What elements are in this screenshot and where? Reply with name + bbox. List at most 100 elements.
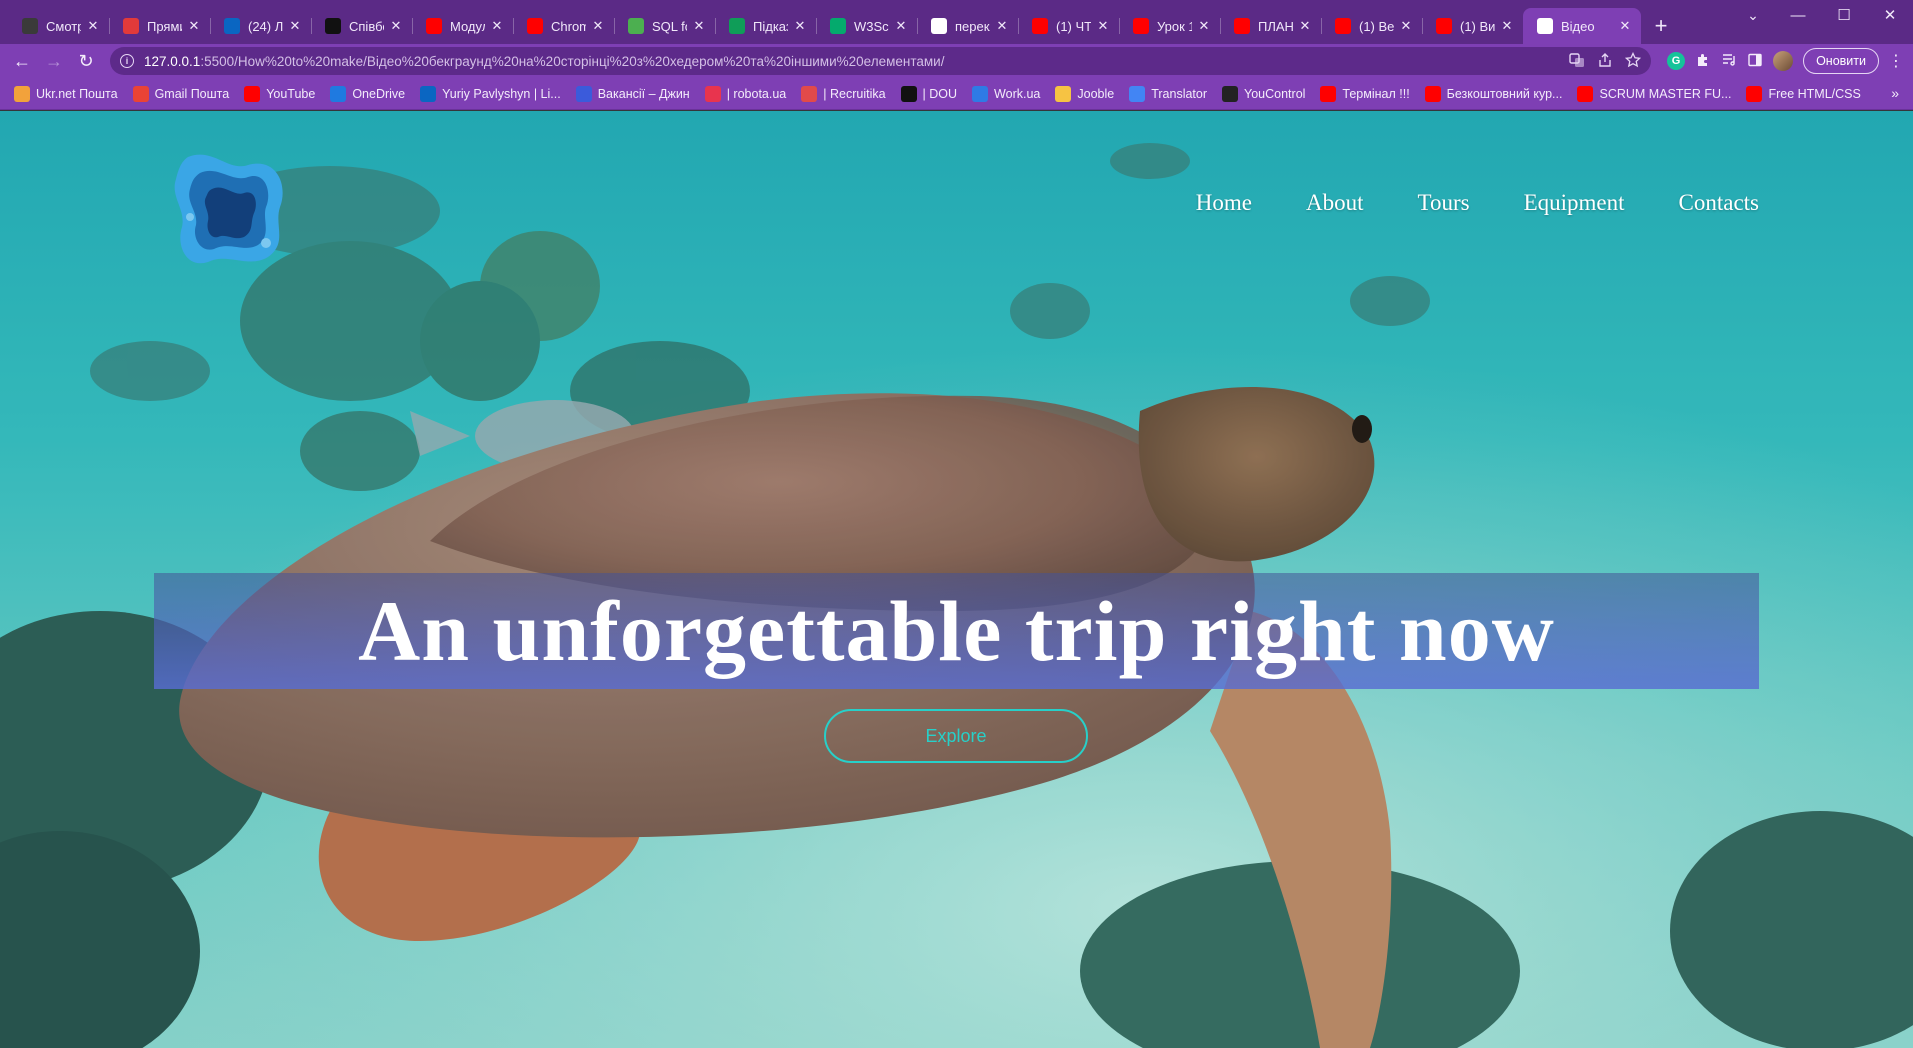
close-tab-icon[interactable]: ✕ — [691, 18, 707, 34]
new-tab-button[interactable]: + — [1645, 8, 1677, 44]
extensions-puzzle-icon[interactable] — [1695, 52, 1711, 71]
tab-search-icon[interactable]: ⌄ — [1738, 4, 1768, 26]
profile-avatar[interactable] — [1773, 51, 1794, 71]
share-icon[interactable] — [1597, 52, 1613, 71]
bookmark-item[interactable]: | DOU — [900, 85, 957, 102]
nav-equipment[interactable]: Equipment — [1524, 190, 1625, 216]
bookmark-item[interactable]: SCRUM MASTER FU... — [1577, 85, 1731, 102]
tab-title: W3Sch — [854, 18, 889, 34]
linkedin-icon — [420, 85, 437, 102]
jooble-icon — [1055, 85, 1072, 102]
bookmark-item[interactable]: Термінал !!! — [1320, 85, 1410, 102]
browser-tab[interactable]: Співбе✕ — [311, 8, 412, 44]
close-tab-icon[interactable]: ✕ — [85, 18, 101, 34]
browser-tab[interactable]: (1) Вер✕ — [1321, 8, 1422, 44]
site-info-icon[interactable]: i — [120, 54, 134, 68]
side-panel-icon[interactable] — [1747, 52, 1763, 71]
bookmark-item[interactable]: Jooble — [1055, 85, 1114, 102]
media-controls-icon[interactable] — [1721, 52, 1737, 71]
minimize-button[interactable]: — — [1775, 0, 1821, 30]
translate-icon[interactable] — [1569, 52, 1585, 71]
close-tab-icon[interactable]: ✕ — [287, 18, 303, 34]
bookmark-item[interactable]: Free HTML/CSS — [1746, 85, 1861, 102]
close-tab-icon[interactable]: ✕ — [186, 18, 202, 34]
browser-tab[interactable]: Прями✕ — [109, 8, 210, 44]
close-tab-icon[interactable]: ✕ — [1297, 18, 1313, 34]
reload-button[interactable]: ↻ — [72, 47, 100, 75]
close-tab-icon[interactable]: ✕ — [388, 18, 404, 34]
close-tab-icon[interactable]: ✕ — [489, 18, 505, 34]
browser-tab[interactable]: (1) Вид✕ — [1422, 8, 1523, 44]
browser-tab[interactable]: W3Sch✕ — [816, 8, 917, 44]
linkedin-icon — [224, 18, 240, 34]
explore-button[interactable]: Explore — [824, 709, 1088, 763]
browser-tab[interactable]: Урок 1 ✕ — [1119, 8, 1220, 44]
bookmark-item[interactable]: Gmail Пошта — [132, 85, 230, 102]
close-tab-icon[interactable]: ✕ — [994, 18, 1010, 34]
bookmark-item[interactable]: Translator — [1129, 85, 1207, 102]
nav-tours[interactable]: Tours — [1418, 190, 1470, 216]
bookmark-item[interactable]: Вакансії – Джин — [575, 85, 690, 102]
close-tab-icon[interactable]: ✕ — [1398, 18, 1414, 34]
close-tab-icon[interactable]: ✕ — [1617, 18, 1633, 34]
dou-icon — [325, 18, 341, 34]
tab-title: Урок 1 — [1157, 18, 1192, 34]
bookmark-label: OneDrive — [352, 86, 406, 101]
close-tab-icon[interactable]: ✕ — [1196, 18, 1212, 34]
bookmark-item[interactable]: | robota.ua — [704, 85, 786, 102]
hero-title-band: An unforgettable trip right now — [154, 573, 1759, 689]
close-tab-icon[interactable]: ✕ — [792, 18, 808, 34]
m-icon — [628, 18, 644, 34]
browser-tab[interactable]: Модул✕ — [412, 8, 513, 44]
nav-about[interactable]: About — [1306, 190, 1364, 216]
browser-tab[interactable]: Смотр ✕ — [8, 8, 109, 44]
address-bar[interactable]: i 127.0.0.1:5500/How%20to%20make/Відео%2… — [110, 47, 1652, 75]
forward-button[interactable]: → — [40, 47, 68, 75]
bookmark-item[interactable]: | Recruitika — [801, 85, 886, 102]
close-tab-icon[interactable]: ✕ — [590, 18, 606, 34]
bookmark-label: Work.ua — [994, 86, 1041, 101]
bookmark-label: Термінал !!! — [1342, 86, 1410, 101]
update-browser-button[interactable]: Оновити — [1803, 48, 1879, 74]
hd-icon — [22, 18, 38, 34]
url-text[interactable]: 127.0.0.1:5500/How%20to%20make/Відео%20б… — [144, 54, 1569, 69]
grammarly-icon[interactable]: G — [1667, 52, 1686, 70]
close-window-button[interactable]: ✕ — [1867, 0, 1913, 30]
workua-icon — [972, 85, 989, 102]
browser-tab[interactable]: Підказ ✕ — [715, 8, 816, 44]
bookmark-item[interactable]: Yuriy Pavlyshyn | Li... — [420, 85, 561, 102]
nav-home[interactable]: Home — [1196, 190, 1252, 216]
browser-tab[interactable]: SQL fo✕ — [614, 8, 715, 44]
bookmark-item[interactable]: YouTube — [244, 85, 315, 102]
blob-logo-icon[interactable] — [168, 147, 292, 271]
youcontrol-icon — [1222, 85, 1239, 102]
browser-tab[interactable]: (24) Ле✕ — [210, 8, 311, 44]
bookmark-star-icon[interactable] — [1624, 51, 1642, 71]
main-nav: Home About Tours Equipment Contacts — [1196, 190, 1759, 216]
bookmarks-list: Ukr.net Пошта Gmail Пошта YouTube OneDrive Y… — [14, 85, 1876, 102]
youtube-icon — [426, 18, 442, 34]
browser-menu-icon[interactable]: ⋮ — [1887, 51, 1905, 71]
browser-toolbar: ← → ↻ i 127.0.0.1:5500/How%20to%20make/В… — [0, 44, 1913, 78]
bookmark-item[interactable]: Work.ua — [972, 85, 1041, 102]
browser-tab[interactable]: Відео ✕ — [1523, 8, 1641, 44]
bookmark-item[interactable]: OneDrive — [330, 85, 406, 102]
bookmark-item[interactable]: Ukr.net Пошта — [14, 85, 118, 102]
close-tab-icon[interactable]: ✕ — [893, 18, 909, 34]
bookmark-item[interactable]: Безкоштовний кур... — [1424, 85, 1562, 102]
bookmark-item[interactable]: YouControl — [1222, 85, 1305, 102]
back-button[interactable]: ← — [8, 47, 36, 75]
close-tab-icon[interactable]: ✕ — [1499, 18, 1515, 34]
maximize-button[interactable]: ☐ — [1821, 0, 1867, 30]
nav-contacts[interactable]: Contacts — [1679, 190, 1760, 216]
browser-tab[interactable]: Chrom ✕ — [513, 8, 614, 44]
browser-tab[interactable]: ПЛАН ✕ — [1220, 8, 1321, 44]
ukrnet-icon — [14, 85, 30, 102]
youtube-icon — [1133, 18, 1149, 34]
close-tab-icon[interactable]: ✕ — [1095, 18, 1111, 34]
browser-tab[interactable]: перекл✕ — [917, 8, 1018, 44]
bookmark-label: Gmail Пошта — [154, 86, 230, 101]
bookmarks-overflow-icon[interactable]: » — [1891, 85, 1899, 101]
browser-tab[interactable]: (1) ЧТЕ✕ — [1018, 8, 1119, 44]
robota-icon — [704, 85, 721, 102]
